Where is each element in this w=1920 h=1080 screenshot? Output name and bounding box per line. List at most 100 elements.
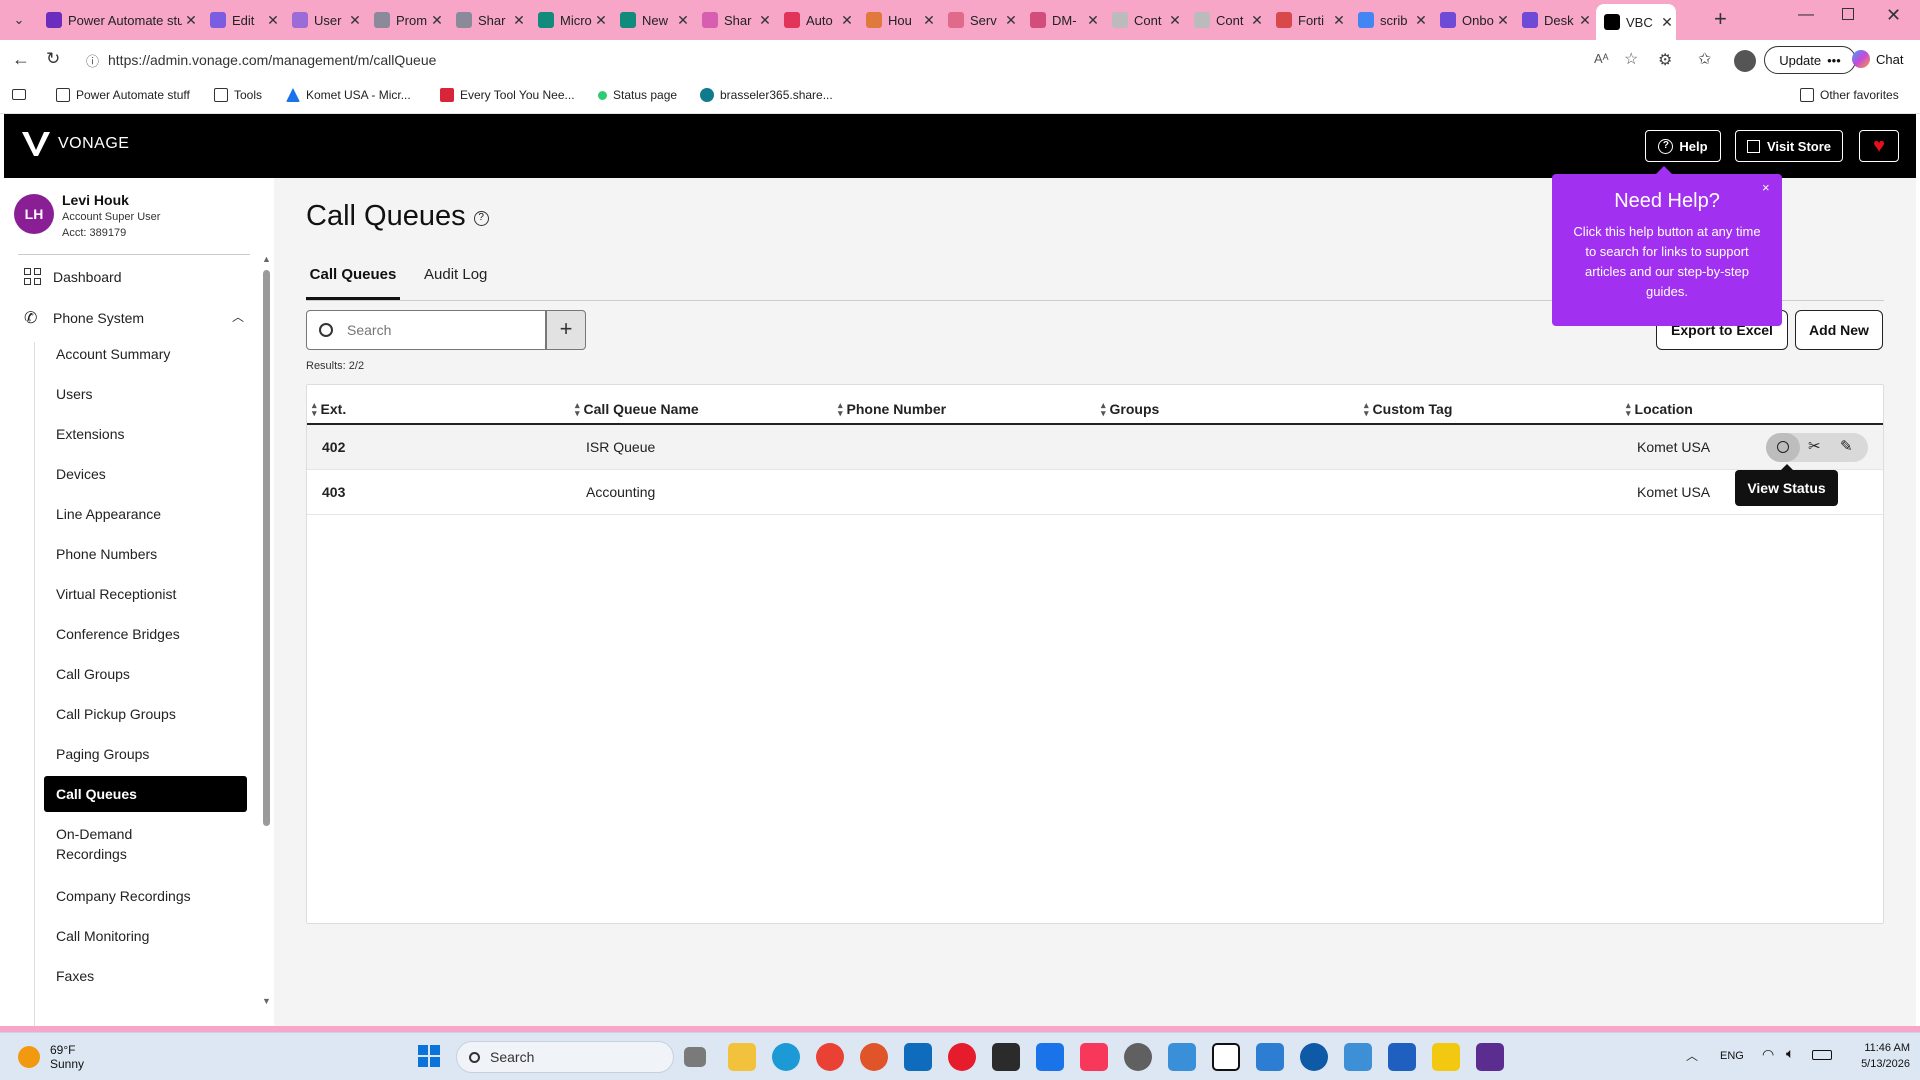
column-header-name[interactable]: ▴ ▾ Call Queue Name <box>575 401 699 418</box>
tab-close-icon[interactable]: ✕ <box>182 12 200 29</box>
back-icon[interactable]: ← <box>12 49 30 70</box>
tab-close-icon[interactable]: ✕ <box>1248 12 1266 29</box>
music-icon[interactable] <box>1080 1043 1108 1071</box>
copilot-chat-button[interactable]: Chat <box>1852 50 1903 68</box>
sidebar-item-paging-groups[interactable]: Paging Groups <box>56 746 149 762</box>
profile-avatar[interactable] <box>1734 50 1756 72</box>
sidebar-item-faxes[interactable]: Faxes <box>56 968 94 984</box>
bookmark-komet[interactable]: Komet USA - Micr... <box>286 88 411 102</box>
bookmark-tools[interactable]: Tools <box>214 88 262 102</box>
browser-tab[interactable]: Desk ✕ <box>1514 5 1594 35</box>
sidebar-scrollbar-down[interactable]: ▼ <box>262 996 271 1006</box>
sidebar-item-extensions[interactable]: Extensions <box>56 426 124 442</box>
show-hidden-icons[interactable]: ︿ <box>1686 1047 1698 1064</box>
browser-tab[interactable]: Prom ✕ <box>366 5 446 35</box>
tab-actions-icon[interactable] <box>12 89 26 100</box>
tab-close-icon[interactable]: ✕ <box>1494 12 1512 29</box>
url-field[interactable]: ⓘ https://admin.vonage.com/management/m/… <box>78 46 1638 74</box>
task-view-icon[interactable] <box>684 1047 706 1067</box>
tab-call-queues[interactable]: Call Queues <box>306 266 400 300</box>
sidebar-item-virtual-receptionist[interactable]: Virtual Receptionist <box>56 586 176 602</box>
sidebar-item-line-appearance[interactable]: Line Appearance <box>56 506 161 522</box>
tab-close-icon[interactable]: ✕ <box>674 12 692 29</box>
browser-tab[interactable]: User ✕ <box>284 5 364 35</box>
browser-tab[interactable]: Serv ✕ <box>940 5 1020 35</box>
browser-tab[interactable]: VBC ✕ <box>1596 4 1676 40</box>
column-header-groups[interactable]: ▴ ▾ Groups <box>1101 401 1159 418</box>
battery-icon[interactable] <box>1812 1050 1832 1060</box>
browser-tab[interactable]: New ✕ <box>612 5 692 35</box>
clock-date[interactable]: 5/13/2026 <box>1846 1058 1910 1070</box>
taskbar-search[interactable]: Search <box>456 1041 674 1073</box>
tab-close-icon[interactable]: ✕ <box>1412 12 1430 29</box>
tab-close-icon[interactable]: ✕ <box>1084 12 1102 29</box>
language-indicator[interactable]: ENG <box>1720 1050 1744 1062</box>
sidebar-scrollbar-thumb[interactable] <box>263 270 270 826</box>
app-icon-purple[interactable] <box>1476 1043 1504 1071</box>
sidebar-item-call-queues[interactable]: Call Queues <box>44 776 247 812</box>
view-status-button[interactable] <box>1766 433 1800 462</box>
sidebar-item-dashboard[interactable]: Dashboard <box>24 268 122 285</box>
browser-tab[interactable]: Edit ✕ <box>202 5 282 35</box>
sidebar-item-devices[interactable]: Devices <box>56 466 106 482</box>
browser-tab[interactable]: scrib ✕ <box>1350 5 1430 35</box>
tab-close-icon[interactable]: ✕ <box>1330 12 1348 29</box>
browser-tab[interactable]: Hou ✕ <box>858 5 938 35</box>
bookmark-power-automate[interactable]: Power Automate stuff <box>56 88 190 102</box>
add-new-button[interactable]: Add New <box>1795 310 1883 350</box>
edge-icon[interactable] <box>772 1043 800 1071</box>
read-aloud-icon[interactable]: Aᴬ <box>1594 51 1609 66</box>
bookmark-status-page[interactable]: Status page <box>598 88 677 102</box>
azure-icon[interactable] <box>1036 1043 1064 1071</box>
browser-tab[interactable]: Power Automate stuff ✕ <box>38 5 200 35</box>
tab-close-icon[interactable]: ✕ <box>756 12 774 29</box>
minimize-icon[interactable]: — <box>1798 6 1814 24</box>
visit-store-button[interactable]: Visit Store <box>1735 130 1843 162</box>
browser-tab[interactable]: Auto ✕ <box>776 5 856 35</box>
column-header-custom-tag[interactable]: ▴ ▾ Custom Tag <box>1364 401 1452 418</box>
sidebar-item-call-groups[interactable]: Call Groups <box>56 666 130 682</box>
browser-tab[interactable]: Shar ✕ <box>448 5 528 35</box>
tab-close-icon[interactable]: ✕ <box>1658 14 1676 31</box>
sidebar-item-call-monitoring[interactable]: Call Monitoring <box>56 928 149 944</box>
edit-pencil-icon[interactable]: ✎ <box>1840 437 1853 455</box>
sidebar-item-company-recordings[interactable]: Company Recordings <box>56 888 191 904</box>
tab-close-icon[interactable]: ✕ <box>838 12 856 29</box>
tab-close-icon[interactable]: ✕ <box>1576 12 1594 29</box>
tab-close-icon[interactable]: ✕ <box>346 12 364 29</box>
weather-widget[interactable]: 69°F Sunny <box>18 1043 84 1071</box>
column-header-ext[interactable]: ▴ ▾ Ext. <box>312 401 346 418</box>
volume-icon[interactable]: 🔈︎ <box>1786 1045 1794 1062</box>
scissors-icon[interactable]: ✂ <box>1808 437 1821 455</box>
browser-tab[interactable]: Cont ✕ <box>1186 5 1266 35</box>
help-button[interactable]: ? Help <box>1645 130 1721 162</box>
site-info-icon[interactable]: ⓘ <box>86 51 99 70</box>
notion-icon[interactable] <box>1212 1043 1240 1071</box>
table-row[interactable]: 403 Accounting Komet USA <box>307 470 1883 515</box>
tab-close-icon[interactable]: ✕ <box>428 12 446 29</box>
wifi-icon[interactable]: ◠ <box>1762 1046 1774 1063</box>
tab-close-icon[interactable]: ✕ <box>592 12 610 29</box>
clock-app-icon[interactable] <box>1124 1043 1152 1071</box>
sidebar-item-users[interactable]: Users <box>56 386 93 402</box>
new-tab-icon[interactable]: + <box>1714 6 1727 32</box>
sticky-notes-icon[interactable] <box>1432 1043 1460 1071</box>
tab-close-icon[interactable]: ✕ <box>920 12 938 29</box>
extensions-icon[interactable]: ⚙ <box>1658 50 1672 70</box>
other-favorites[interactable]: Other favorites <box>1800 88 1899 102</box>
column-header-phone[interactable]: ▴ ▾ Phone Number <box>838 401 946 418</box>
photos-icon[interactable] <box>1344 1043 1372 1071</box>
bookmark-every-tool[interactable]: Every Tool You Nee... <box>440 88 575 102</box>
sidebar-scrollbar-up[interactable]: ▲ <box>262 254 271 264</box>
sidebar-item-phone-numbers[interactable]: Phone Numbers <box>56 546 157 562</box>
sidebar-item-on-demand-recordings[interactable]: On-Demand Recordings <box>56 824 146 864</box>
maximize-icon[interactable] <box>1842 8 1854 20</box>
browser-tab[interactable]: Onbo ✕ <box>1432 5 1512 35</box>
column-header-location[interactable]: ▴ ▾ Location <box>1626 401 1693 418</box>
question-icon[interactable]: ? <box>473 211 489 226</box>
bookmark-brasseler[interactable]: brasseler365.share... <box>700 88 833 102</box>
tab-close-icon[interactable]: ✕ <box>1166 12 1184 29</box>
favorite-heart-button[interactable]: ♥ <box>1859 130 1899 162</box>
update-button[interactable]: Update ••• <box>1764 46 1856 74</box>
refresh-icon[interactable]: ↻ <box>46 49 60 69</box>
